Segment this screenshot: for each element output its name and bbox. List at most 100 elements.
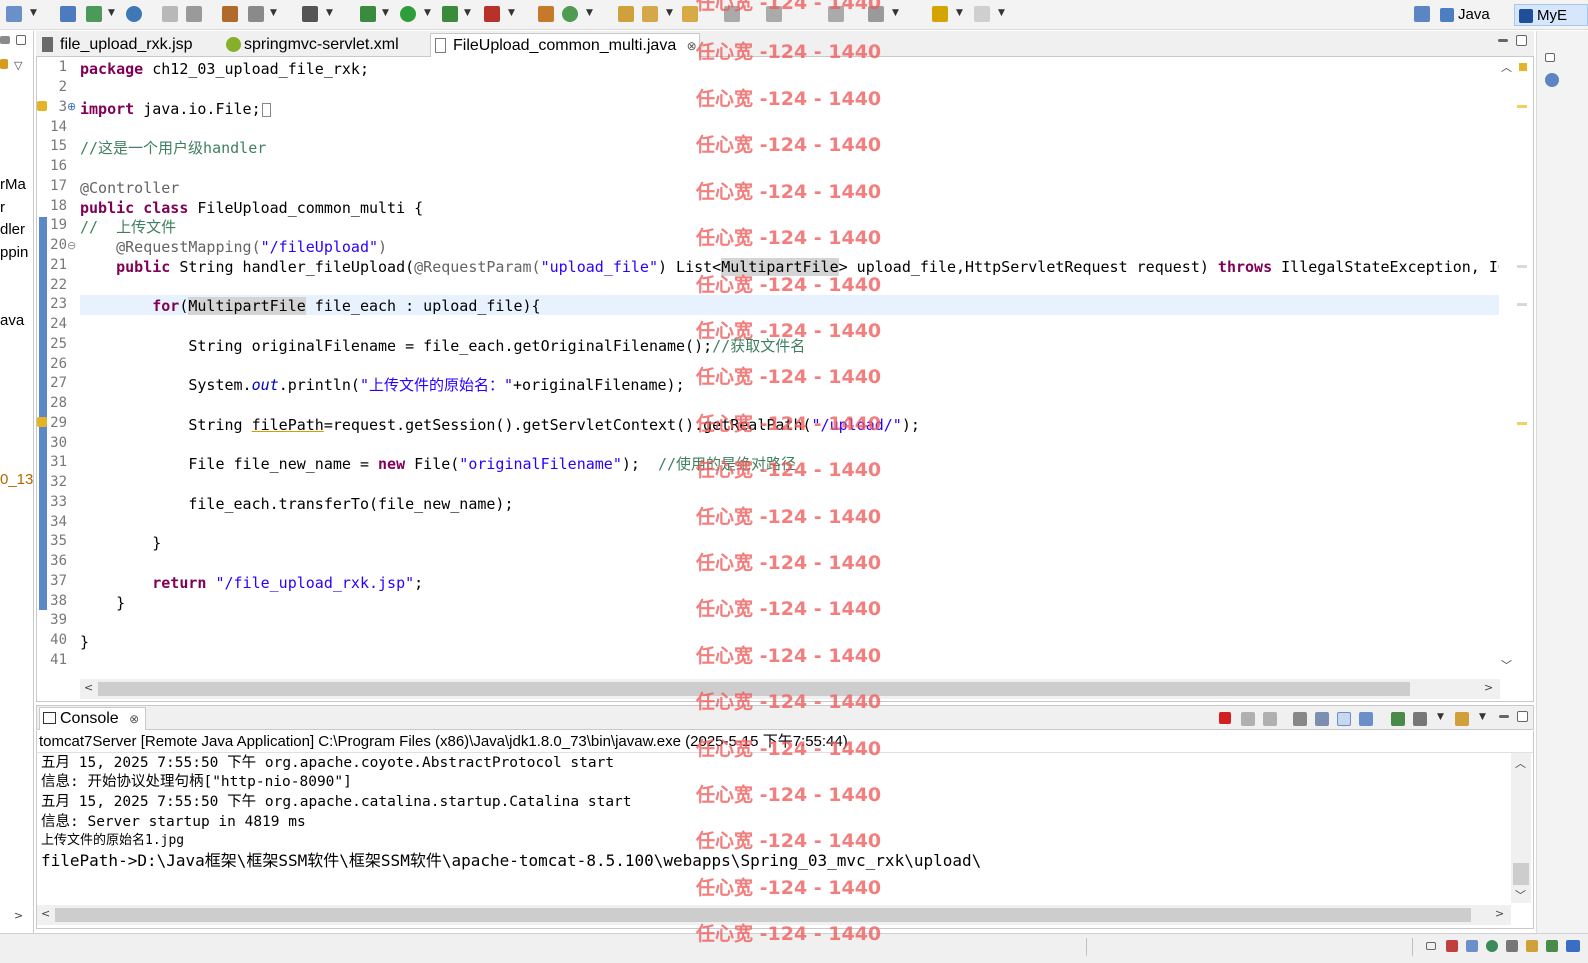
- chevron-down-icon[interactable]: ▼: [586, 8, 593, 18]
- chevron-down-icon[interactable]: ▼: [424, 8, 431, 18]
- tree-fragment[interactable]: ava: [0, 312, 24, 329]
- console-horizontal-scrollbar[interactable]: < >: [37, 905, 1511, 925]
- chevron-down-icon[interactable]: ▼: [30, 8, 37, 18]
- chevron-down-icon[interactable]: ▼: [666, 8, 673, 18]
- new-java-class-icon[interactable]: [538, 6, 554, 22]
- server-status-icon[interactable]: [1446, 940, 1458, 952]
- chevron-down-icon[interactable]: ▼: [1479, 712, 1486, 722]
- new-package-icon[interactable]: [562, 6, 578, 22]
- tab-console[interactable]: Console ⊗: [39, 707, 147, 730]
- java-editor[interactable]: ⊕ ⊖ 1 2 3 14 15 16 17 18 19 20 21 22 23 …: [36, 57, 1534, 702]
- occurrence-marker[interactable]: [1517, 265, 1527, 268]
- refresh-icon[interactable]: [186, 6, 202, 22]
- maximize-icon[interactable]: [1517, 711, 1528, 722]
- chevron-down-icon[interactable]: ▼: [956, 8, 963, 18]
- debug-icon[interactable]: [360, 6, 376, 22]
- show-on-stderr-icon[interactable]: [1359, 712, 1373, 726]
- maximize-icon[interactable]: [16, 35, 26, 45]
- chevron-down-icon[interactable]: ▼: [270, 8, 277, 18]
- remove-launch-icon[interactable]: [1241, 712, 1255, 726]
- minimize-icon[interactable]: [0, 36, 10, 44]
- deploy-icon[interactable]: [60, 6, 76, 22]
- tools-icon[interactable]: [248, 6, 264, 22]
- last-edit-icon[interactable]: [868, 6, 884, 22]
- scroll-down-icon[interactable]: ﹀: [1501, 657, 1512, 673]
- new-wizard-icon[interactable]: [222, 6, 238, 22]
- perspective-myeclipse-button[interactable]: MyE: [1514, 4, 1588, 26]
- tab-fileupload-common-multi-java[interactable]: FileUpload_common_multi.java ⊗: [430, 33, 700, 57]
- chevron-down-icon[interactable]: ▼: [464, 8, 471, 18]
- scrollbar-thumb[interactable]: [1513, 863, 1529, 885]
- clear-console-icon[interactable]: [1293, 712, 1307, 726]
- camera-icon[interactable]: [302, 6, 318, 22]
- run-config-icon[interactable]: [442, 6, 458, 22]
- scrollbar-thumb[interactable]: [98, 682, 1410, 696]
- back-icon[interactable]: [932, 6, 948, 22]
- editor-horizontal-scrollbar[interactable]: < >: [80, 679, 1500, 699]
- globe-status-icon[interactable]: [1486, 940, 1498, 952]
- search-status-icon[interactable]: [1526, 940, 1538, 952]
- display-console-icon[interactable]: [1413, 712, 1427, 726]
- scroll-left-icon[interactable]: <: [84, 681, 93, 694]
- forward-icon[interactable]: [974, 6, 990, 22]
- tree-fragment[interactable]: ppin: [0, 244, 28, 261]
- fold-expand-icon[interactable]: ⊕: [67, 100, 76, 113]
- junit-label-icon[interactable]: [1566, 940, 1580, 952]
- pin-editor-icon[interactable]: [828, 6, 844, 22]
- open-console-icon[interactable]: [1455, 712, 1469, 726]
- scroll-down-icon[interactable]: ﹀: [1515, 887, 1526, 903]
- minimize-editor-icon[interactable]: [1498, 39, 1508, 42]
- chevron-down-icon[interactable]: ▼: [382, 8, 389, 18]
- editor-overview-ruler[interactable]: ︿ ﹀: [1499, 57, 1533, 677]
- help-view-icon[interactable]: [1545, 73, 1559, 87]
- close-tab-icon[interactable]: ⊗: [129, 712, 139, 726]
- scroll-lock-icon[interactable]: [1315, 712, 1329, 726]
- tasks-status-icon[interactable]: [1506, 940, 1518, 952]
- console-output[interactable]: 五月 15, 2025 7:55:50 下午 org.apache.coyote…: [36, 753, 1534, 929]
- chevron-down-icon[interactable]: ▼: [892, 8, 899, 18]
- maximize-editor-icon[interactable]: [1516, 35, 1527, 46]
- terminate-icon[interactable]: [1219, 712, 1231, 724]
- globe-icon[interactable]: [126, 6, 142, 22]
- scroll-up-icon[interactable]: ︿: [1501, 59, 1512, 75]
- run-icon[interactable]: [400, 6, 416, 22]
- tab-springmvc-servlet-xml[interactable]: springmvc-servlet.xml: [222, 33, 428, 57]
- view-menu-icon[interactable]: ▽: [14, 59, 22, 72]
- chevron-down-icon[interactable]: ▼: [326, 8, 333, 18]
- open-type-icon[interactable]: [618, 6, 634, 22]
- tree-fragment[interactable]: rMa: [0, 176, 26, 193]
- fold-collapse-icon[interactable]: ⊖: [67, 239, 76, 252]
- open-folder-icon[interactable]: [682, 6, 698, 22]
- cut-icon[interactable]: [162, 6, 178, 22]
- pin-console-icon[interactable]: [1391, 712, 1405, 726]
- show-on-stdout-icon[interactable]: [1337, 712, 1351, 726]
- stop-external-icon[interactable]: [484, 6, 500, 22]
- link-editor-icon[interactable]: [0, 59, 8, 69]
- scroll-right-icon[interactable]: >: [14, 909, 23, 922]
- console-vertical-scrollbar[interactable]: ︿ ﹀: [1511, 753, 1531, 903]
- open-perspective-icon[interactable]: [1414, 6, 1430, 22]
- server-icon[interactable]: [86, 6, 102, 22]
- console-status-icon[interactable]: [1466, 940, 1478, 952]
- scroll-right-icon[interactable]: >: [1495, 907, 1504, 920]
- occurrence-marker[interactable]: [1517, 303, 1527, 306]
- tree-fragment[interactable]: r: [0, 199, 5, 216]
- chevron-down-icon[interactable]: ▼: [108, 8, 115, 18]
- scroll-left-icon[interactable]: <: [41, 907, 50, 920]
- scrollbar-thumb[interactable]: [55, 908, 1471, 922]
- minimize-icon[interactable]: [1499, 715, 1509, 718]
- tab-file-upload-jsp[interactable]: file_upload_rxk.jsp: [38, 33, 222, 57]
- occurrence-marker[interactable]: [1517, 105, 1527, 108]
- junit-status-icon[interactable]: [1546, 940, 1558, 952]
- prev-annotation-icon[interactable]: [766, 6, 782, 22]
- restore-icon[interactable]: [1545, 53, 1555, 62]
- warning-marker[interactable]: [1517, 422, 1527, 425]
- close-tab-icon[interactable]: ⊗: [687, 39, 697, 53]
- user-icon[interactable]: [6, 6, 22, 22]
- perspective-java-button[interactable]: Java: [1436, 4, 1494, 26]
- chevron-down-icon[interactable]: ▼: [1437, 712, 1444, 722]
- tree-fragment[interactable]: 0_13: [0, 471, 33, 488]
- code-area[interactable]: package ch12_03_upload_file_rxk; import …: [80, 57, 1500, 677]
- tree-fragment[interactable]: dler: [0, 221, 25, 238]
- fast-view-icon[interactable]: [1426, 942, 1436, 950]
